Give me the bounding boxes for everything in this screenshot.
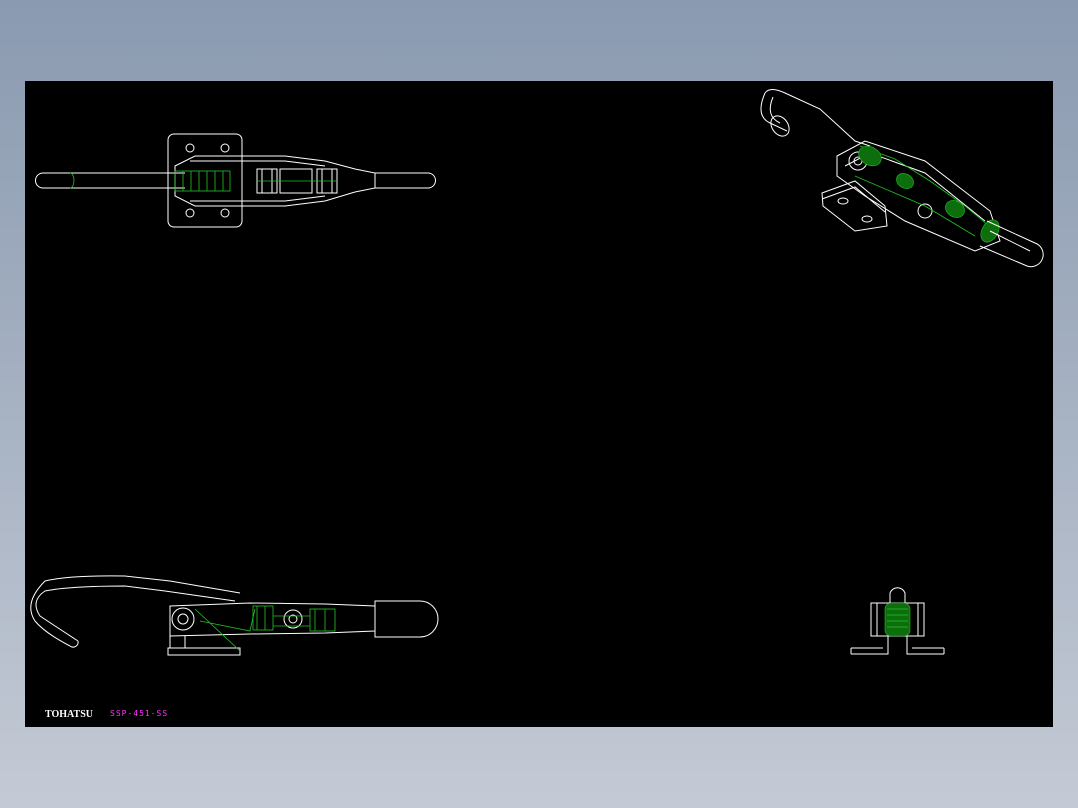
mount-hole xyxy=(220,208,230,218)
part-number-label: SSP-451-SS xyxy=(110,709,169,718)
end-base-edge xyxy=(850,648,945,654)
side-base-flange xyxy=(169,636,186,648)
side-nut xyxy=(252,605,274,631)
cad-drawing-canvas xyxy=(30,89,1044,656)
side-hook-tip xyxy=(69,640,79,648)
end-base-plate xyxy=(851,636,944,655)
top-view xyxy=(35,133,436,228)
mount-hole xyxy=(185,143,195,153)
iso-mount-hole xyxy=(861,215,873,223)
hidden-line xyxy=(69,172,75,189)
mount-hole xyxy=(220,143,230,153)
isometric-view xyxy=(760,89,1044,268)
cad-drawing-viewport[interactable]: TOHATSU SSP-451-SS xyxy=(25,81,1053,727)
base-plate xyxy=(167,133,243,228)
side-hook xyxy=(35,585,236,642)
side-base-plate xyxy=(167,647,241,656)
side-latch-body xyxy=(169,602,376,637)
side-nut xyxy=(309,608,336,632)
side-pivot xyxy=(171,607,195,631)
end-hook-top xyxy=(889,587,906,603)
hook-rod-end xyxy=(35,172,44,189)
hook-rod xyxy=(43,172,185,189)
iso-nut xyxy=(896,173,914,189)
end-view xyxy=(850,587,945,655)
side-pivot-inner xyxy=(177,613,189,625)
handle-grip xyxy=(375,172,436,189)
iso-hook xyxy=(760,89,871,147)
iso-base-edge xyxy=(821,186,886,213)
iso-hook-end xyxy=(770,115,790,137)
thread-lines xyxy=(182,171,224,191)
brand-label: TOHATSU xyxy=(45,709,93,720)
hidden-line xyxy=(194,608,256,652)
side-handle-grip xyxy=(374,600,439,638)
iso-mount-hole xyxy=(837,197,849,205)
iso-nut xyxy=(945,200,965,218)
iso-handle-edge xyxy=(989,230,1031,252)
end-threaded-section xyxy=(884,602,911,637)
side-view xyxy=(30,575,439,656)
mount-hole xyxy=(185,208,195,218)
side-pivot xyxy=(283,609,303,629)
